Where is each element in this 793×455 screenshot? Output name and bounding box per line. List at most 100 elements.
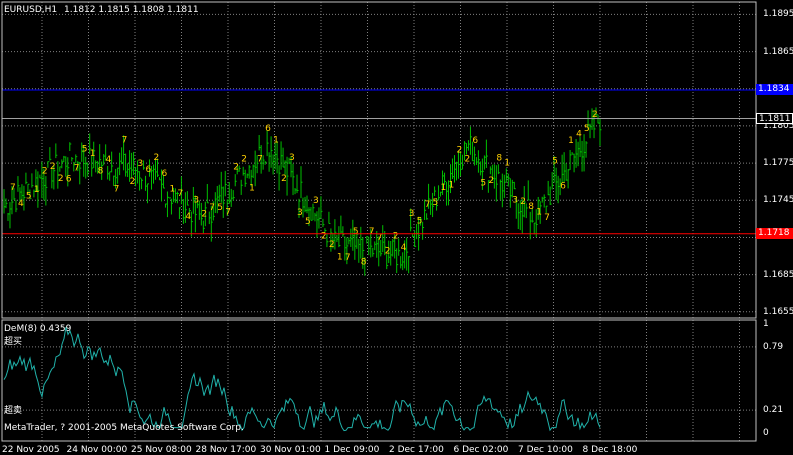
wave-marker: 4 [185, 212, 191, 222]
red-price-tag: 1.1718 [756, 228, 793, 240]
wave-marker: 8 [496, 154, 502, 164]
indicator-axis-tick: 0.79 [763, 341, 784, 352]
wave-marker: 2 [456, 145, 462, 155]
wave-marker: 6 [472, 136, 478, 146]
wave-marker: 7 [369, 227, 375, 237]
price-axis-tick: 1.1745 [763, 195, 793, 206]
price-axis-tick: 1.1775 [763, 158, 793, 169]
wave-marker: 7 [544, 213, 550, 223]
wave-marker: 2 [42, 166, 48, 176]
wave-marker: 6 [161, 169, 167, 179]
wave-marker: 3 [138, 159, 144, 169]
blue-price-tag: 1.1834 [756, 84, 793, 96]
wave-markers: 74512 22 675 18477236261 74327 5 7221761233532… [10, 110, 598, 268]
wave-marker: 2 [488, 176, 494, 186]
wave-marker: 5 [433, 198, 439, 208]
wave-marker: 8 [98, 167, 104, 177]
wave-marker: 7 [209, 203, 215, 213]
price-bars [3, 107, 602, 276]
time-axis-tick: 6 Dec 02:00 [453, 445, 509, 455]
wave-marker: 2 [464, 155, 470, 165]
time-axis-tick: 25 Nov 08:00 [131, 445, 192, 455]
price-axis-tick: 1.1865 [763, 46, 793, 57]
time-axis-tick: 1 Dec 09:00 [324, 445, 380, 455]
wave-marker: 5 [217, 203, 223, 213]
wave-marker: 8 [528, 202, 534, 212]
symbol-header: EURUSD,H1 1.1812 1.1815 1.1808 1.1811 [4, 5, 199, 15]
wave-marker: 1 [249, 183, 255, 193]
wave-marker: 2 [329, 240, 335, 250]
wave-marker: 1 [449, 181, 455, 191]
grid-lines [2, 2, 756, 441]
wave-marker: 7 [425, 200, 431, 210]
symbol-label: EURUSD,H1 [4, 5, 58, 15]
wave-marker: 7 [225, 207, 231, 217]
wave-marker: 7 [114, 185, 120, 195]
wave-marker: 6 [66, 175, 72, 185]
wave-marker: 4 [401, 243, 407, 253]
price-axis-tick: 1.1655 [763, 306, 793, 317]
wave-marker: 2 [385, 247, 391, 257]
wave-marker: 2 [241, 155, 247, 165]
wave-marker: 1 [504, 158, 510, 168]
wave-marker: 3 [193, 196, 199, 206]
wave-marker: 7 [257, 155, 263, 165]
wave-marker: 5 [82, 144, 88, 154]
copyright-text: MetaTrader, ? 2001-2005 MetaQuotes Softw… [4, 423, 244, 433]
time-axis-tick: 24 Nov 00:00 [66, 445, 128, 455]
wave-marker: 1 [568, 136, 574, 146]
oversold-label: 超卖 [4, 406, 23, 416]
wave-marker: 2 [233, 162, 239, 172]
wave-marker: 7 [10, 183, 16, 193]
wave-marker: 1 [536, 208, 542, 218]
wave-marker: 2 [201, 209, 207, 219]
wave-marker: 4 [106, 155, 112, 165]
wave-marker: 2 [281, 174, 287, 184]
indicator-axis-tick: 1 [763, 319, 769, 329]
ohlc-values: 1.1812 1.1815 1.1808 1.1811 [64, 5, 199, 15]
wave-marker: 3 [297, 208, 303, 218]
wave-marker: 7 [377, 233, 383, 243]
demarker-line [3, 326, 601, 432]
wave-marker: 1 [273, 135, 279, 145]
wave-marker: 3 [289, 153, 295, 163]
wave-marker: 2 [520, 197, 526, 207]
chart-frame [1, 1, 757, 442]
wave-marker: 4 [18, 199, 24, 209]
price-axis-tick: 1.1685 [763, 269, 793, 280]
wave-marker: 1 [337, 252, 343, 262]
wave-marker: 1 [34, 185, 40, 195]
wave-marker: 7 [122, 135, 128, 145]
time-axis-tick: 7 Dec 10:00 [518, 445, 573, 455]
wave-marker: 1 [441, 183, 447, 193]
chart-canvas[interactable]: 74512 22 675 18477236261 74327 5 7221761233532… [0, 0, 793, 455]
time-axis-tick: 8 Dec 18:00 [582, 445, 638, 455]
wave-marker: 5 [480, 178, 486, 188]
wave-marker: 5 [305, 217, 311, 227]
wave-marker: 7 [177, 189, 183, 199]
wave-marker: 7 [345, 253, 351, 263]
wave-marker: 1 [90, 149, 96, 159]
overbought-label: 超买 [4, 337, 23, 347]
wave-marker: 5 [26, 191, 32, 201]
wave-marker: 5 [552, 156, 558, 166]
wave-marker: 3 [512, 196, 518, 206]
wave-marker: 2 [321, 232, 327, 242]
wave-marker: 6 [146, 165, 152, 175]
wave-marker: 1 [169, 184, 175, 194]
wave-marker: 2 [50, 162, 56, 172]
wave-marker: 2 [153, 153, 159, 163]
wave-marker: 2 [130, 177, 136, 187]
wave-marker: 5 [584, 124, 590, 134]
wave-marker: 2 [393, 231, 399, 241]
wave-marker: 5 [353, 227, 359, 237]
wave-marker: 6 [265, 124, 271, 134]
wave-marker: 2 [58, 174, 64, 184]
wave-marker: 3 [409, 209, 415, 219]
indicator-title: DeM(8) 0.4359 [4, 324, 72, 334]
wave-marker: 4 [576, 130, 582, 140]
price-pane-border [1, 1, 757, 319]
wave-marker: 5 [417, 217, 423, 227]
current-price-tag: 1.1811 [756, 112, 793, 124]
time-axis-tick: 28 Nov 17:00 [195, 445, 257, 455]
